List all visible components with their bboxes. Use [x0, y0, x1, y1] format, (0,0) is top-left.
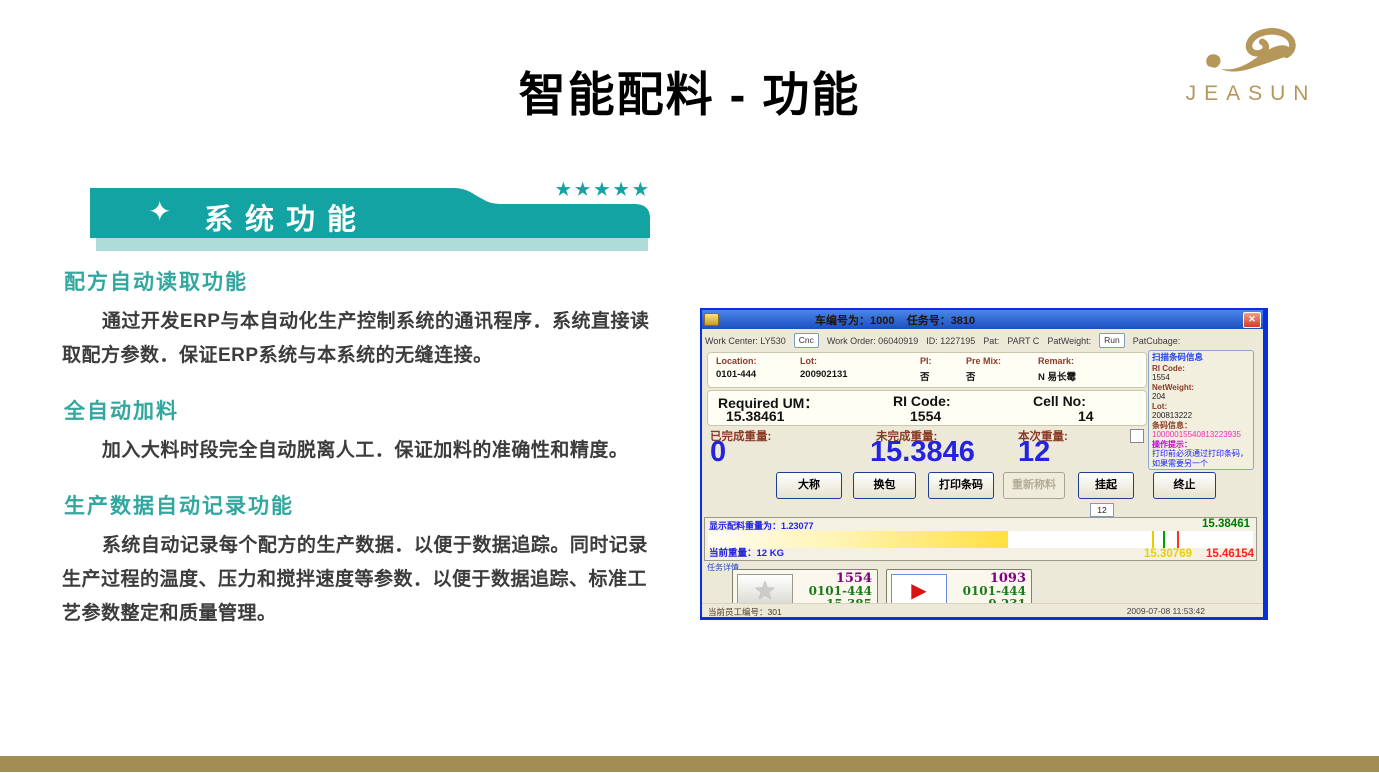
- section-body: 通过开发ERP与本自动化生产控制系统的通讯程序．系统直接读取配方参数．保证ERP…: [62, 305, 660, 373]
- required-um-value: 15.38461: [726, 408, 784, 424]
- header-fields-row: Work Center: LY530 Cnc Work Order: 06040…: [705, 331, 1260, 350]
- window-titlebar[interactable]: 车编号为：1000 任务号：3810 ✕: [702, 310, 1263, 329]
- scan-info-panel: 扫描条码信息 RI Code: 1554 NetWeight: 204 Lot:…: [1148, 350, 1254, 470]
- work-order-field: Work Order: 06040919: [827, 336, 918, 346]
- section-heading: 全自动加料: [64, 395, 660, 425]
- scan-ri-value: 1554: [1152, 373, 1250, 383]
- section-body: 系统自动记录每个配方的生产数据．以便于数据追踪。同时记录生产过程的温度、压力和搅…: [62, 529, 660, 631]
- jeasun-logo: JEASUN: [1183, 24, 1319, 106]
- scan-net-value: 204: [1152, 392, 1250, 402]
- section-heading: 生产数据自动记录功能: [64, 490, 660, 520]
- progress-bar: [708, 531, 1253, 548]
- lot-field: Lot: 200902131: [800, 356, 848, 380]
- section-recipe-read: 配方自动读取功能 通过开发ERP与本自动化生产控制系统的通讯程序．系统直接读取配…: [62, 266, 660, 373]
- hint-label: 操作提示：: [1152, 440, 1250, 450]
- section-heading: 配方自动读取功能: [64, 266, 660, 296]
- lot-info-box: Location: 0101-444 Lot: 200902131 PI: 否 …: [707, 352, 1147, 388]
- progress-box: 显示配料重量为：1.23077 15.38461 当前重量：12 KG 15.3…: [704, 517, 1257, 561]
- high-limit-value: 15.46154: [1206, 548, 1254, 560]
- page-title: 智能配料 - 功能: [0, 56, 1379, 125]
- work-center-field: Work Center: LY530: [705, 336, 786, 346]
- suspend-button[interactable]: 挂起: [1078, 472, 1134, 499]
- marker-green: [1163, 531, 1165, 548]
- scan-net-label: NetWeight:: [1152, 383, 1250, 393]
- marker-red: [1177, 531, 1179, 548]
- qty-input[interactable]: 12: [1090, 503, 1114, 517]
- terminate-button[interactable]: 终止: [1153, 472, 1216, 499]
- change-bag-button[interactable]: 换包: [853, 472, 916, 499]
- done-weight-value: 0: [710, 436, 726, 469]
- pat-cubage-label: PatCubage:: [1133, 336, 1181, 346]
- five-stars-icon: ★★★★★: [556, 180, 652, 200]
- banner-title: 系统功能: [204, 196, 368, 238]
- text-sections: 配方自动读取功能 通过开发ERP与本自动化生产控制系统的通讯程序．系统直接读取配…: [62, 266, 660, 631]
- timestamp: 2009-07-08 11:53:42: [1127, 606, 1205, 616]
- section-banner: ✦ 系统功能 ★★★★★: [90, 188, 656, 256]
- section-data-record: 生产数据自动记录功能 系统自动记录每个配方的生产数据．以便于数据追踪。同时记录生…: [62, 490, 660, 631]
- scan-ri-label: RI Code:: [1152, 364, 1250, 374]
- banner-shadow: [96, 238, 648, 251]
- employee-id-status: 当前员工编号：301: [708, 606, 782, 618]
- pi-field: PI: 否: [920, 356, 932, 383]
- footer-bar: [0, 756, 1379, 772]
- scan-panel-title: 扫描条码信息: [1152, 353, 1250, 363]
- reweigh-button: 重新称料: [1003, 472, 1065, 499]
- logo-text: JEASUN: [1183, 82, 1319, 106]
- barcode-value: 10000015540813223935: [1152, 430, 1250, 440]
- section-body: 加入大料时段完全自动脱离人工．保证加料的准确性和精度。: [62, 434, 660, 468]
- location-field: Location: 0101-444: [716, 356, 757, 380]
- remain-weight-value: 15.3846: [870, 436, 975, 469]
- status-bar: 当前员工编号：301 2009-07-08 11:53:42: [702, 603, 1263, 617]
- cell-no-value: 14: [1078, 408, 1094, 424]
- ri-code-value: 1554: [910, 408, 941, 424]
- scan-lot-value: 200813222: [1152, 411, 1250, 421]
- current-weight-readout: 当前重量：12 KG: [709, 545, 784, 559]
- logo-swoosh-icon: [1195, 24, 1307, 82]
- window-icon: [704, 313, 719, 326]
- section-auto-feed: 全自动加料 加入大料时段完全自动脱离人工．保证加料的准确性和精度。: [62, 395, 660, 468]
- batching-app-window: 车编号为：1000 任务号：3810 ✕ Work Center: LY530 …: [700, 308, 1268, 620]
- pat-weight-label: PatWeight:: [1047, 336, 1091, 346]
- id-field: ID: 1227195: [926, 336, 975, 346]
- remark-field: Remark: N 易长霉: [1038, 356, 1076, 383]
- slide: 智能配料 - 功能 JEASUN ✦ 系统功能 ★★★★★ 配方自动读取功能 通…: [0, 0, 1379, 773]
- ri-code-label: RI Code:: [893, 393, 951, 409]
- four-point-star-icon: ✦: [148, 195, 171, 228]
- barcode-label: 条码信息：: [1152, 421, 1250, 431]
- run-button[interactable]: Run: [1099, 333, 1125, 348]
- big-scale-button[interactable]: 大称: [776, 472, 842, 499]
- required-box: Required UM： 15.38461 RI Code: 1554 Cell…: [707, 390, 1147, 426]
- progress-target-value: 15.38461: [1202, 518, 1250, 530]
- marker-yellow: [1152, 531, 1154, 548]
- print-barcode-button[interactable]: 打印条码: [928, 472, 994, 499]
- pat-label: Pat:: [983, 336, 999, 346]
- cell-no-label: Cell No:: [1033, 393, 1086, 409]
- cnc-button[interactable]: Cnc: [794, 333, 819, 348]
- window-title: 车编号为：1000 任务号：3810: [815, 312, 975, 328]
- close-icon[interactable]: ✕: [1243, 312, 1261, 328]
- scan-lot-label: Lot:: [1152, 402, 1250, 412]
- hint-text: 打印前必须通过打印条码，如果需要另一个: [1152, 449, 1250, 468]
- checkbox[interactable]: [1130, 429, 1144, 443]
- low-limit-value: 15.30769: [1144, 548, 1192, 560]
- current-weight-value: 12: [1018, 436, 1050, 469]
- pat-value: PART C: [1007, 336, 1039, 346]
- premix-field: Pre Mix: 否: [966, 356, 1001, 383]
